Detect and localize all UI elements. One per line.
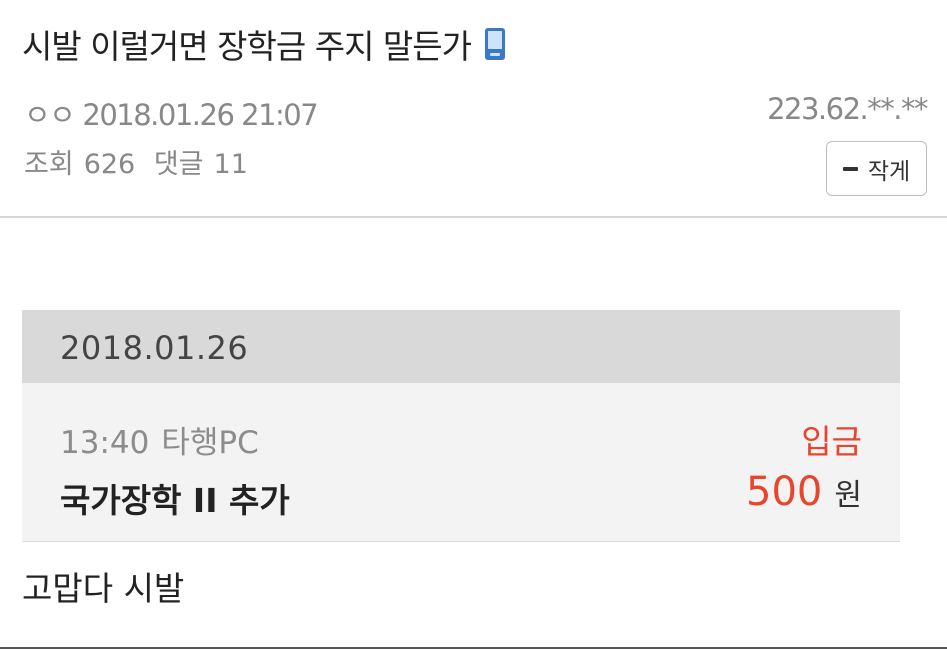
author-ip: 223.62.**.** — [767, 92, 928, 126]
transaction-amount-group: 500 원 — [746, 469, 862, 515]
post-datetime: 2018.01.26 21:07 — [82, 98, 318, 132]
post-body-text: 고맙다 시발 — [22, 569, 185, 608]
transaction-type: 입금 — [801, 422, 862, 461]
views-label: 조회 — [24, 149, 74, 180]
post-stats: 조회 626 댓글 11 — [24, 142, 258, 181]
post-title: 시발 이럴거면 장학금 주지 말든가 — [22, 20, 505, 68]
views-count: 626 — [83, 149, 136, 180]
transaction-source: 타행PC — [161, 425, 259, 461]
shrink-text-button[interactable]: 작게 — [826, 141, 927, 196]
shrink-button-label: 작게 — [867, 158, 911, 185]
transaction-date: 2018.01.26 — [60, 329, 249, 367]
minus-icon — [842, 166, 858, 171]
post-header: 시발 이럴거면 장학금 주지 말든가 ㅇㅇ 2018.01.26 21:07 22… — [0, 0, 947, 218]
transaction-amount: 500 — [746, 469, 823, 515]
transaction-time: 13:40 — [60, 425, 150, 461]
post-meta: ㅇㅇ 2018.01.26 21:07 — [24, 92, 319, 134]
author-name[interactable]: ㅇㅇ — [24, 98, 76, 132]
transaction-body: 13:40 타행PC 입금 국가장학 II 추가 500 원 — [22, 383, 900, 542]
bank-transaction-card: 2018.01.26 13:40 타행PC 입금 국가장학 II 추가 500 원 — [22, 310, 900, 542]
transaction-currency: 원 — [834, 478, 862, 513]
transaction-date-bar: 2018.01.26 — [22, 310, 900, 383]
post-title-text: 시발 이럴거면 장학금 주지 말든가 — [22, 27, 472, 66]
mobile-phone-icon — [485, 28, 505, 60]
transaction-description: 국가장학 II 추가 — [60, 481, 290, 520]
comments-label: 댓글 — [153, 149, 204, 180]
transaction-meta: 13:40 타행PC — [60, 417, 271, 462]
comments-count[interactable]: 11 — [214, 149, 248, 180]
